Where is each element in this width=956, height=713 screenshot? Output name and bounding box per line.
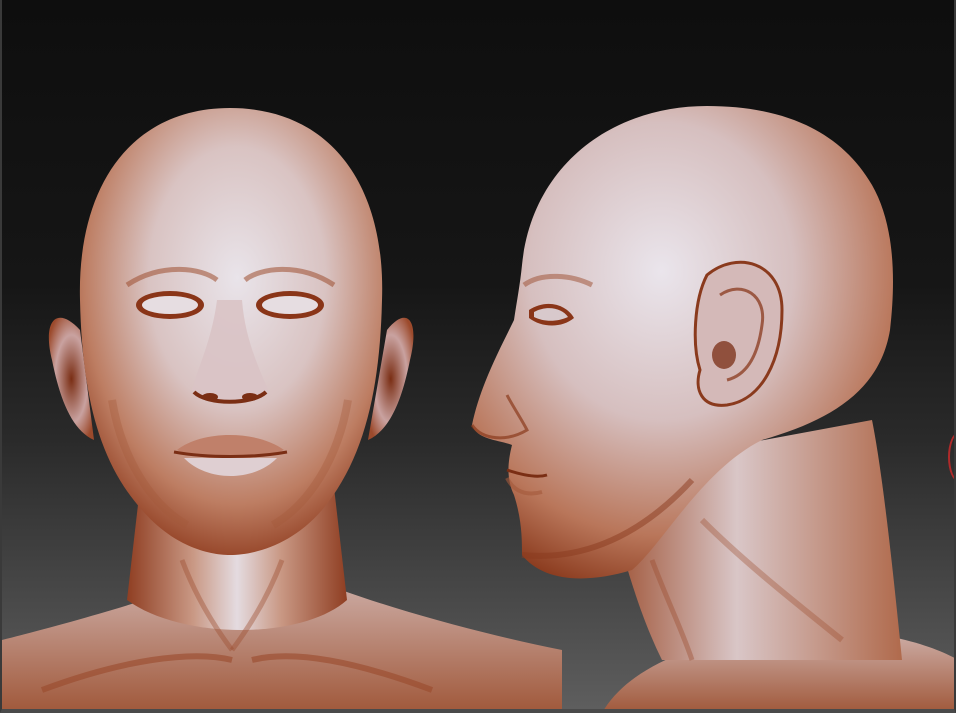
side-view-model — [470, 106, 954, 709]
3d-viewport[interactable] — [0, 0, 956, 713]
sculpt-canvas[interactable] — [2, 0, 956, 713]
